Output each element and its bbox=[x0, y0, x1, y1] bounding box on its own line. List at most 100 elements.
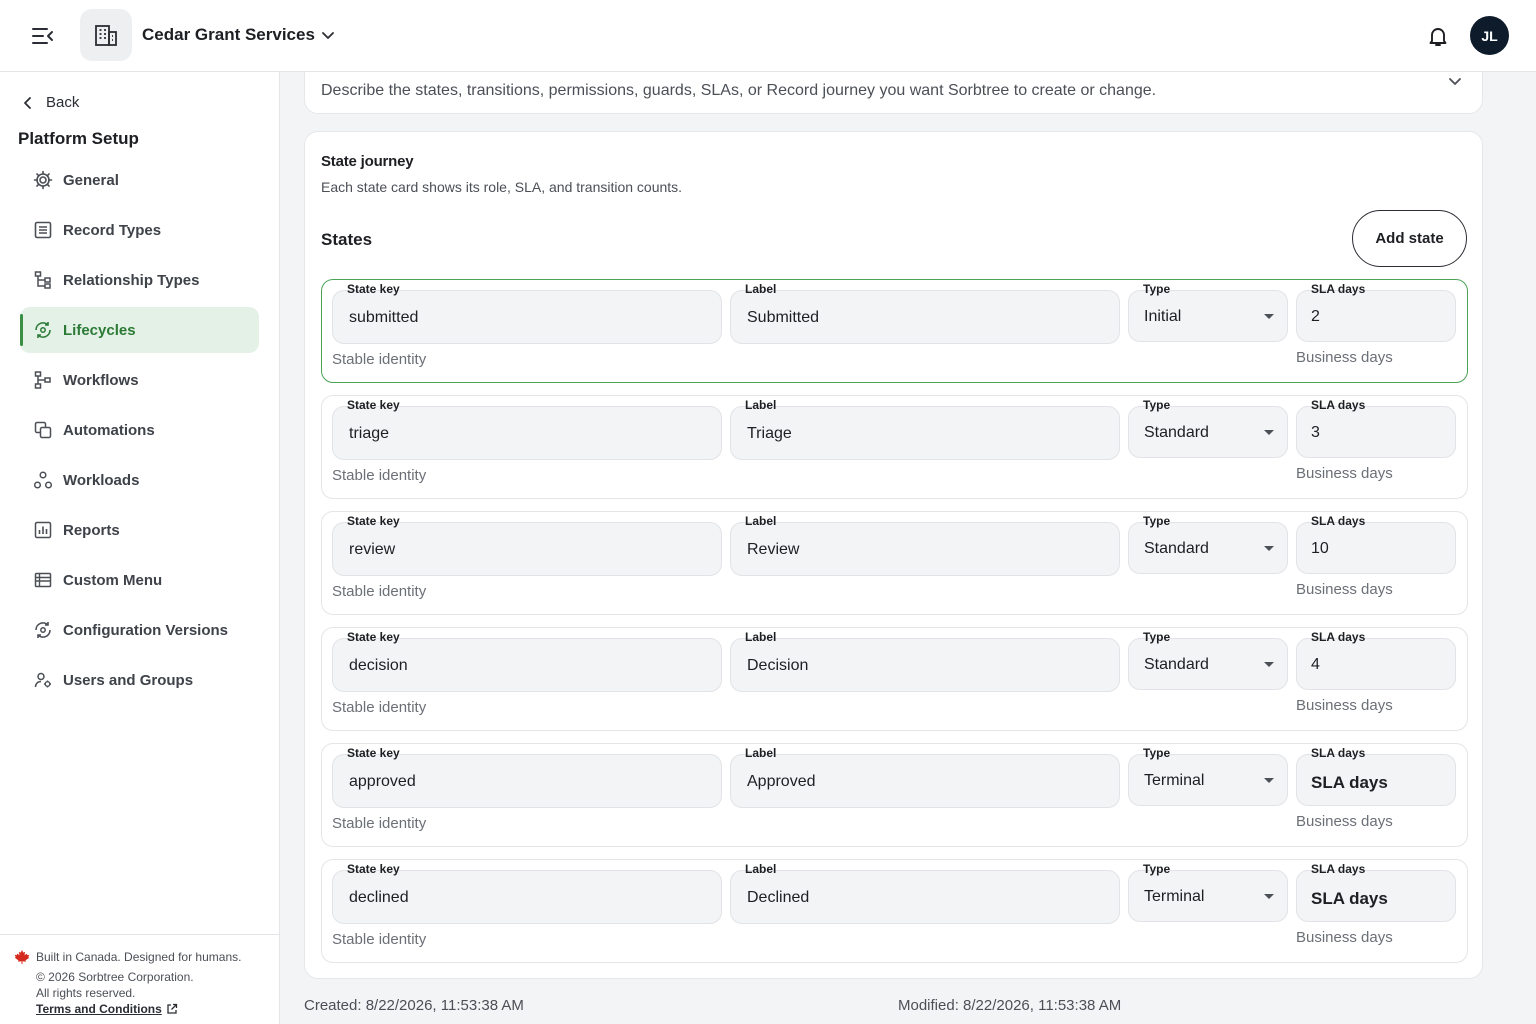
state-row[interactable]: State key submitted Label Submitted Type… bbox=[321, 279, 1468, 383]
sidebar-section-title: Platform Setup bbox=[18, 129, 139, 148]
menu-collapse-icon[interactable] bbox=[28, 22, 58, 50]
sidebar-item-users-and-groups[interactable]: Users and Groups bbox=[20, 657, 259, 703]
state-type-select[interactable]: Type Initial bbox=[1128, 282, 1288, 342]
sidebar-item-workloads[interactable]: Workloads bbox=[20, 457, 259, 503]
state-row[interactable]: State key approved Label Approved Type T… bbox=[321, 743, 1468, 847]
menu-table-icon bbox=[33, 570, 53, 590]
state-key-input[interactable]: State key submitted bbox=[332, 282, 722, 344]
state-key-label: State key bbox=[347, 862, 400, 876]
state-label-input[interactable]: Label Decision bbox=[730, 630, 1120, 692]
building-icon[interactable] bbox=[80, 9, 132, 61]
state-key-label: State key bbox=[347, 514, 400, 528]
sla-days-input[interactable]: SLA days 2 bbox=[1296, 282, 1456, 342]
sla-days-input[interactable]: SLA days SLA days bbox=[1296, 862, 1456, 922]
label-field-label: Label bbox=[745, 282, 777, 296]
terms-link[interactable]: Terms and Conditions bbox=[36, 1001, 178, 1017]
state-type-value: Initial bbox=[1144, 308, 1182, 325]
state-key-input[interactable]: State key triage bbox=[332, 398, 722, 460]
state-row[interactable]: State key decision Label Decision Type S… bbox=[321, 627, 1468, 731]
bell-icon[interactable] bbox=[1426, 24, 1450, 48]
state-label-value: Review bbox=[747, 541, 800, 558]
state-label-value: Submitted bbox=[747, 309, 820, 326]
users-icon bbox=[33, 670, 53, 690]
state-label-input[interactable]: Label Submitted bbox=[730, 282, 1120, 344]
sla-days-helper: Business days bbox=[1296, 581, 1393, 598]
state-key-label: State key bbox=[347, 282, 400, 296]
state-key-input[interactable]: State key review bbox=[332, 514, 722, 576]
footer-line-3: All rights reserved. bbox=[36, 986, 136, 1000]
sidebar-item-automations[interactable]: Automations bbox=[20, 407, 259, 453]
sidebar-item-workflows[interactable]: Workflows bbox=[20, 357, 259, 403]
chevron-down-icon[interactable] bbox=[1446, 72, 1464, 90]
sidebar: Back Platform Setup General Record Types… bbox=[0, 72, 280, 1024]
sidebar-item-reports[interactable]: Reports bbox=[20, 507, 259, 553]
states-heading: States bbox=[321, 230, 373, 249]
modified-timestamp: Modified: 8/22/2026, 11:53:38 AM bbox=[898, 997, 1122, 1014]
state-label-input[interactable]: Label Approved bbox=[730, 746, 1120, 808]
sla-field-label: SLA days bbox=[1311, 746, 1366, 760]
type-field-label: Type bbox=[1143, 746, 1171, 760]
state-key-helper: Stable identity bbox=[332, 815, 427, 832]
sidebar-item-custom-menu[interactable]: Custom Menu bbox=[20, 557, 259, 603]
sidebar-item-label: Relationship Types bbox=[63, 271, 200, 289]
state-key-input[interactable]: State key decision bbox=[332, 630, 722, 692]
sla-days-value: 4 bbox=[1311, 656, 1320, 673]
state-type-value: Standard bbox=[1144, 656, 1209, 673]
state-journey-card: State journey Each state card shows its … bbox=[304, 131, 1483, 979]
state-key-value: submitted bbox=[349, 309, 419, 326]
state-type-select[interactable]: Type Standard bbox=[1128, 398, 1288, 458]
state-type-select[interactable]: Type Terminal bbox=[1128, 746, 1288, 806]
state-type-select[interactable]: Type Terminal bbox=[1128, 862, 1288, 922]
chevron-down-icon[interactable] bbox=[319, 26, 337, 44]
sidebar-item-general[interactable]: General bbox=[20, 157, 259, 203]
terms-label: Terms and Conditions bbox=[36, 1002, 162, 1016]
avatar[interactable]: JL bbox=[1470, 16, 1509, 55]
state-key-helper: Stable identity bbox=[332, 583, 427, 600]
sla-days-input[interactable]: SLA days 4 bbox=[1296, 630, 1456, 690]
state-label-value: Declined bbox=[747, 889, 810, 906]
sidebar-item-record-types[interactable]: Record Types bbox=[20, 207, 259, 253]
sidebar-item-configuration-versions[interactable]: Configuration Versions bbox=[20, 607, 259, 653]
state-label-input[interactable]: Label Triage bbox=[730, 398, 1120, 460]
state-type-value: Standard bbox=[1144, 540, 1209, 557]
type-field-label: Type bbox=[1143, 862, 1171, 876]
sidebar-footer: Built in Canada. Designed for humans. © … bbox=[0, 934, 279, 1024]
state-key-label: State key bbox=[347, 746, 400, 760]
state-type-select[interactable]: Type Standard bbox=[1128, 630, 1288, 690]
state-key-input[interactable]: State key approved bbox=[332, 746, 722, 808]
add-state-button[interactable]: Add state bbox=[1352, 210, 1467, 267]
top-bar: Cedar Grant Services JL bbox=[0, 0, 1536, 72]
external-link-icon bbox=[167, 1003, 177, 1014]
sidebar-item-label: Automations bbox=[63, 421, 155, 439]
dropdown-caret-icon bbox=[1264, 778, 1274, 783]
sla-days-input[interactable]: SLA days 10 bbox=[1296, 514, 1456, 574]
sla-field-label: SLA days bbox=[1311, 398, 1366, 412]
prompt-description: Describe the states, transitions, permis… bbox=[321, 82, 1157, 99]
state-type-select[interactable]: Type Standard bbox=[1128, 514, 1288, 574]
lifecycle-icon bbox=[33, 320, 53, 340]
state-label-input[interactable]: Label Declined bbox=[730, 862, 1120, 924]
org-name[interactable]: Cedar Grant Services bbox=[142, 25, 315, 45]
state-key-helper: Stable identity bbox=[332, 467, 427, 484]
dropdown-caret-icon bbox=[1264, 430, 1274, 435]
sla-days-helper: Business days bbox=[1296, 465, 1393, 482]
sidebar-item-relationship-types[interactable]: Relationship Types bbox=[20, 257, 259, 303]
type-field-label: Type bbox=[1143, 630, 1171, 644]
footer-line-2: © 2026 Sorbtree Corporation. bbox=[36, 970, 194, 984]
state-label-value: Triage bbox=[747, 425, 792, 442]
state-key-input[interactable]: State key declined bbox=[332, 862, 722, 924]
workload-icon bbox=[33, 470, 53, 490]
list-icon bbox=[33, 220, 53, 240]
back-link[interactable]: Back bbox=[22, 94, 79, 111]
sla-days-input[interactable]: SLA days 3 bbox=[1296, 398, 1456, 458]
sidebar-item-lifecycles[interactable]: Lifecycles bbox=[20, 307, 259, 353]
sla-days-input[interactable]: SLA days SLA days bbox=[1296, 746, 1456, 806]
state-row[interactable]: State key triage Label Triage Type Stand… bbox=[321, 395, 1468, 499]
state-row[interactable]: State key review Label Review Type Stand… bbox=[321, 511, 1468, 615]
sidebar-nav: General Record Types Relationship Types … bbox=[20, 157, 259, 707]
state-row[interactable]: State key declined Label Declined Type T… bbox=[321, 859, 1468, 963]
sla-days-value: 3 bbox=[1311, 424, 1320, 441]
sla-field-label: SLA days bbox=[1311, 630, 1366, 644]
state-label-input[interactable]: Label Review bbox=[730, 514, 1120, 576]
card-subtitle: Each state card shows its role, SLA, and… bbox=[321, 179, 683, 195]
